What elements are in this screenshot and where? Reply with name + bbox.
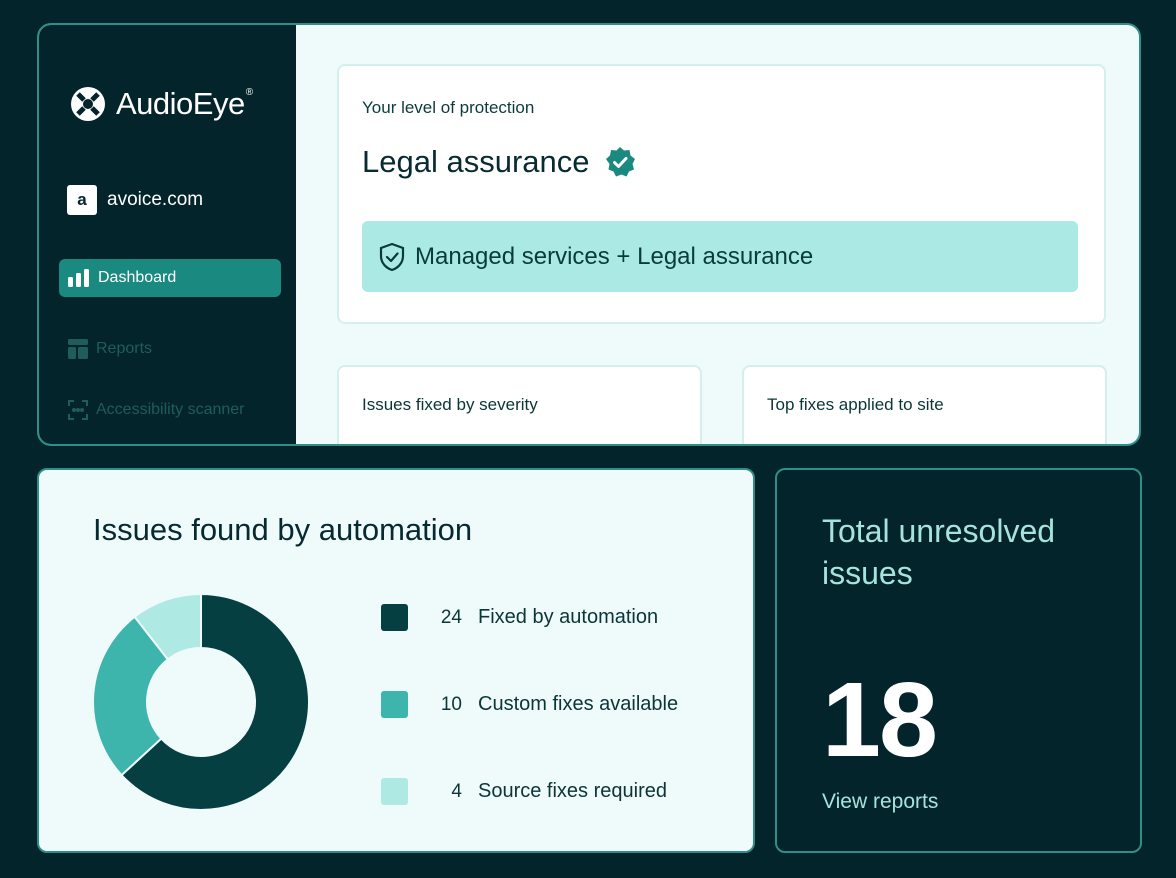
legend-swatch	[381, 691, 408, 718]
legend-swatch	[381, 604, 408, 631]
total-title: Total unresolved issues	[822, 513, 1056, 591]
sidebar-item-label: Accessibility scanner	[96, 401, 245, 418]
legend-label: Custom fixes available	[478, 693, 679, 715]
legend-item: 10 Custom fixes available	[381, 691, 678, 718]
legend-label: Fixed by automation	[478, 606, 659, 628]
issues-by-severity-card[interactable]: Issues fixed by severity	[337, 365, 702, 444]
protection-card: Your level of protection Legal assurance…	[337, 64, 1106, 324]
shield-check-icon	[379, 242, 405, 271]
sidebar: AudioEye ® a avoice.com Dashboard Reports	[39, 25, 296, 444]
bar-chart-icon	[68, 269, 89, 287]
logo-text: AudioEye	[116, 86, 245, 121]
issues-title: Issues found by automation	[93, 512, 473, 547]
legend-value: 24	[440, 606, 462, 628]
protection-label: Your level of protection	[362, 98, 535, 117]
top-fixes-card[interactable]: Top fixes applied to site	[742, 365, 1107, 444]
issues-automation-card: Issues found by automation 24 Fixed by a…	[37, 468, 755, 853]
legend-label: Source fixes required	[478, 780, 667, 802]
site-selector[interactable]: a avoice.com	[67, 185, 203, 215]
card-title: Issues fixed by severity	[362, 395, 538, 414]
total-unresolved-card: Total unresolved issues 18 View reports	[775, 468, 1142, 853]
card-title: Top fixes applied to site	[767, 395, 944, 414]
sidebar-item-label: Reports	[96, 340, 153, 357]
view-reports-link[interactable]: View reports	[822, 790, 938, 814]
registered-mark: ®	[245, 86, 253, 98]
site-initial-badge: a	[67, 185, 97, 215]
audioeye-logo-icon	[71, 87, 105, 121]
plan-banner: Managed services + Legal assurance	[362, 221, 1078, 292]
protection-title: Legal assurance	[362, 144, 636, 180]
plan-text: Managed services + Legal assurance	[415, 242, 814, 270]
legend-item: 24 Fixed by automation	[381, 604, 658, 631]
sidebar-item-reports[interactable]: Reports	[59, 330, 281, 368]
sidebar-item-dashboard[interactable]: Dashboard	[59, 259, 281, 297]
grid-icon	[68, 339, 88, 359]
legend-item: 4 Source fixes required	[381, 778, 667, 805]
sidebar-item-accessibility-scanner[interactable]: Accessibility scanner	[59, 391, 281, 429]
audioeye-logo[interactable]: AudioEye ®	[69, 85, 253, 123]
legend-value: 4	[451, 780, 462, 802]
protection-title-text: Legal assurance	[362, 144, 590, 179]
legend-swatch	[381, 778, 408, 805]
scanner-icon	[68, 400, 88, 420]
verified-badge-icon	[605, 147, 635, 177]
total-count: 18	[822, 661, 938, 779]
issues-donut-chart	[92, 592, 310, 811]
site-name: avoice.com	[107, 189, 204, 210]
sidebar-item-label: Dashboard	[98, 269, 177, 286]
legend-value: 10	[440, 693, 462, 715]
dashboard-window: AudioEye ® a avoice.com Dashboard Reports	[37, 23, 1141, 446]
